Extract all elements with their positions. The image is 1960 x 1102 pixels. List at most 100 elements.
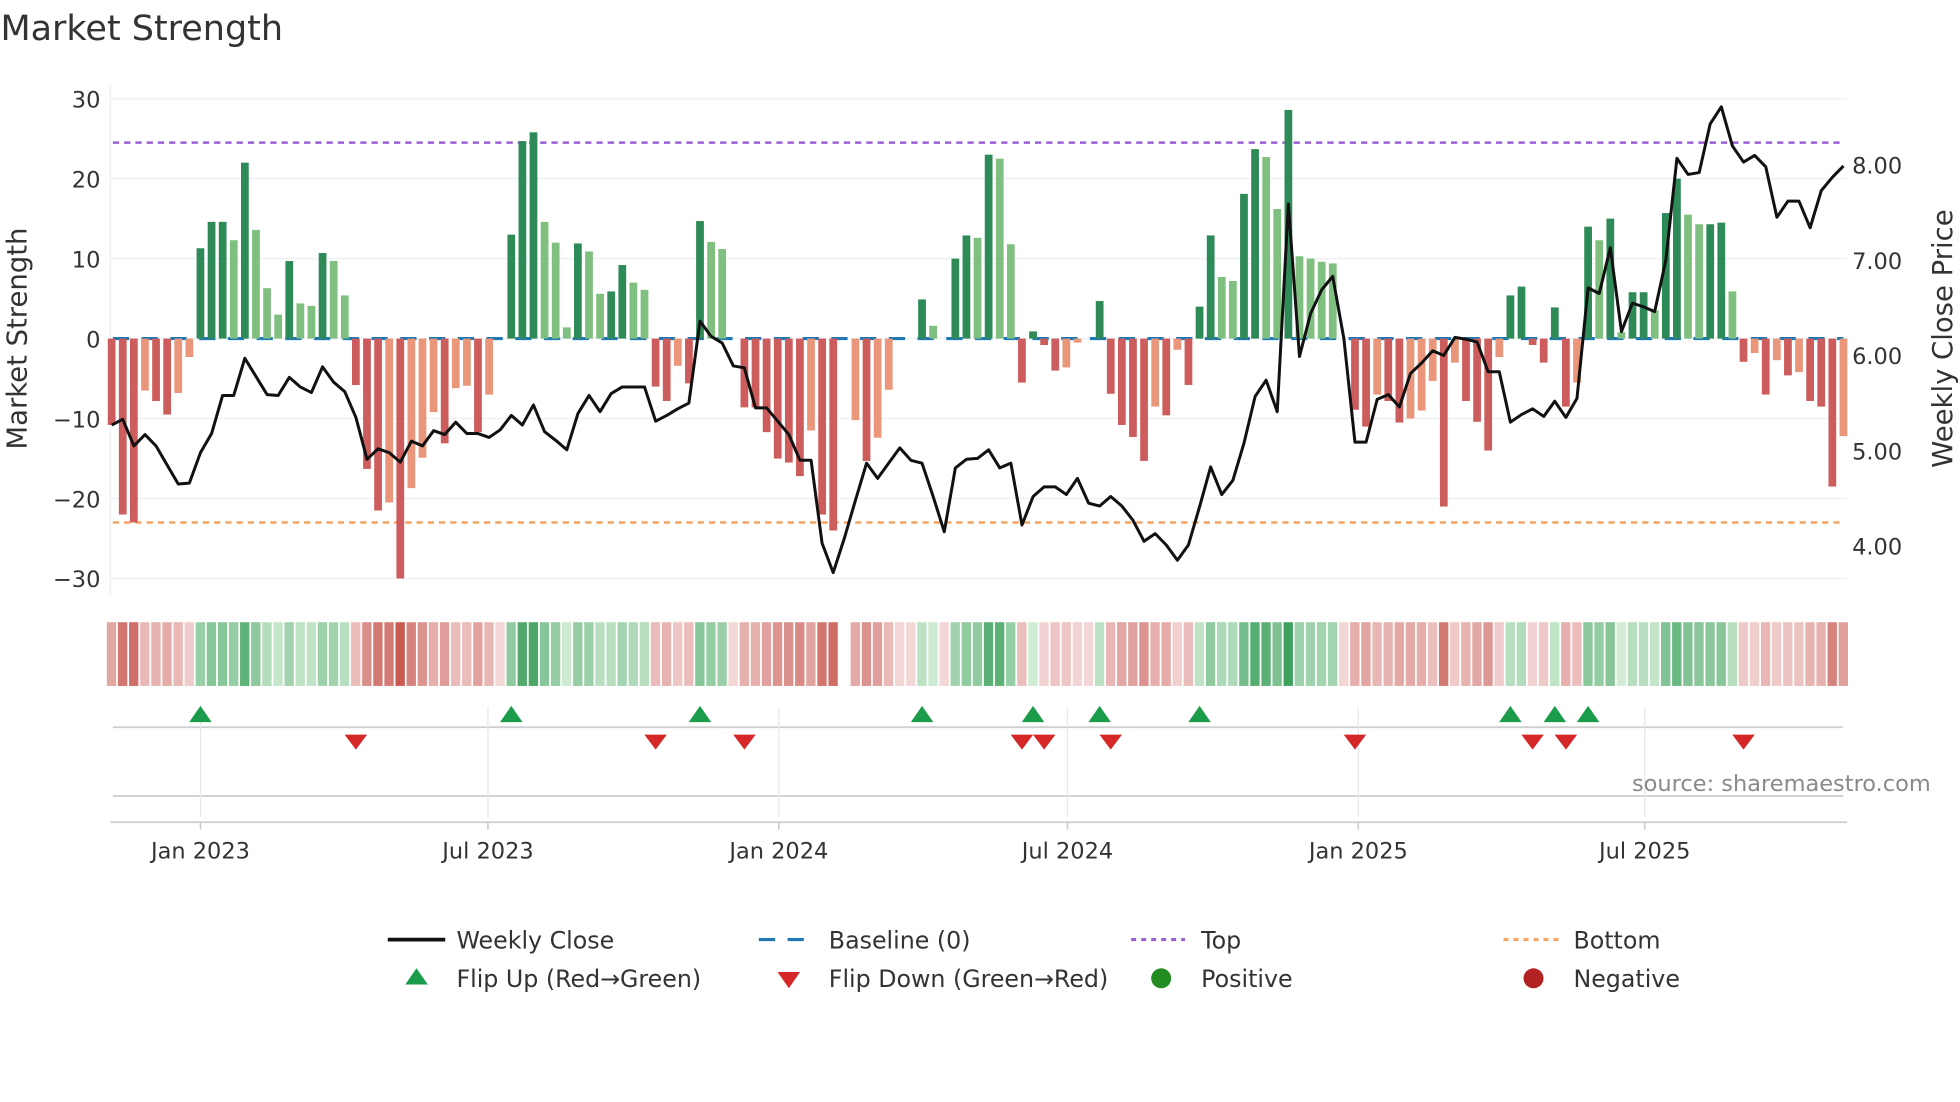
strength-bar <box>1029 331 1037 339</box>
strength-bar <box>973 237 982 339</box>
strip-cell <box>1694 622 1704 686</box>
strength-bar <box>1151 338 1160 407</box>
legend-positive: Positive <box>1201 965 1292 993</box>
strip-cell <box>850 622 860 686</box>
strip-cell <box>828 622 838 686</box>
strength-bar <box>1462 338 1470 401</box>
strip-cell <box>1239 622 1249 686</box>
flip-down-marker <box>1032 734 1056 750</box>
strip-cell <box>1494 622 1504 686</box>
strip-cell <box>561 622 572 686</box>
strip-cell <box>861 622 872 686</box>
strength-bar <box>1517 286 1526 339</box>
strip-cell <box>428 622 439 686</box>
strip-cell <box>706 622 716 686</box>
strength-bar <box>918 299 926 339</box>
strength-bar <box>1528 338 1537 345</box>
strip-cell <box>1527 622 1538 686</box>
strength-bar <box>1795 338 1803 373</box>
strength-bar <box>307 305 316 339</box>
strip-cell <box>1372 622 1382 686</box>
strength-bar <box>984 154 993 339</box>
strength-bar <box>1384 338 1393 401</box>
strength-bar <box>185 338 194 357</box>
strip-cell <box>506 622 516 686</box>
strength-bar <box>1650 310 1659 339</box>
strip-cell <box>162 622 172 686</box>
strength-bar <box>1129 338 1137 437</box>
strength-bar <box>862 338 871 461</box>
strip-cell <box>784 622 794 686</box>
strip-cell <box>684 622 694 686</box>
strip-cell <box>384 622 394 686</box>
strength-bar <box>629 282 638 339</box>
strip-cell <box>994 622 1005 686</box>
strip-cell <box>806 622 816 686</box>
strip-cell <box>328 622 339 686</box>
strength-bar <box>1495 338 1504 357</box>
strip-cell <box>262 622 272 686</box>
strength-bar <box>474 338 482 433</box>
strip-cell <box>1105 622 1116 686</box>
right-axis-ticks: 8.00 7.00 6.00 5.00 4.00 <box>1852 154 1902 561</box>
strip-cell <box>1772 622 1782 686</box>
strip-cell <box>961 622 971 686</box>
strip-cell <box>917 622 927 686</box>
strip-cell <box>1061 622 1071 686</box>
strength-bar <box>263 288 271 339</box>
strip-cell <box>1483 622 1493 686</box>
strip-cell <box>1816 622 1826 686</box>
strip-cell <box>173 622 183 686</box>
strip-cell <box>306 622 317 686</box>
strip-cell <box>817 622 827 686</box>
strength-bar <box>1828 338 1837 487</box>
strength-bar <box>207 221 216 339</box>
strip-cell <box>117 622 128 686</box>
strip-cell <box>273 622 283 686</box>
flip-down-marker <box>1732 734 1755 750</box>
y2-tick-label: 6.00 <box>1852 344 1902 370</box>
strip-cell <box>1172 622 1182 686</box>
strip-cell <box>1649 622 1660 686</box>
strip-cell <box>462 622 472 686</box>
strip-cell <box>728 622 738 686</box>
strip-cell <box>1738 622 1749 686</box>
strength-bar <box>152 338 160 401</box>
strength-bars <box>107 109 1848 579</box>
strength-bar <box>1206 235 1215 339</box>
y2-tick-label: 8.00 <box>1852 154 1902 180</box>
strip-cell <box>1094 622 1105 686</box>
strip-cell <box>906 622 916 686</box>
y-tick-label: −30 <box>53 567 100 593</box>
strip-cell <box>1605 622 1615 686</box>
strip-cell <box>673 622 683 686</box>
strip-cell <box>1083 622 1094 686</box>
strength-bar <box>1695 224 1703 339</box>
strip-cell <box>1827 622 1837 686</box>
x-tick-label: Jan 2024 <box>727 838 828 864</box>
strength-bar <box>1140 338 1148 461</box>
strength-bar <box>218 221 227 339</box>
strip-cell <box>584 622 594 686</box>
strength-bar <box>618 265 627 339</box>
strength-bar <box>1639 292 1648 339</box>
strip-cell <box>795 622 805 686</box>
strength-bar <box>962 235 971 339</box>
strength-bar <box>141 338 149 391</box>
strip-cell <box>1017 622 1027 686</box>
strength-bar <box>451 338 460 389</box>
strength-bar <box>1417 338 1426 411</box>
market-strength-chart: Market Strength 30 20 10 0 −10 −20 −30 8.00 7.0… <box>0 9 1959 993</box>
strength-bar <box>851 338 860 421</box>
strip-cell <box>129 622 139 686</box>
strip-cell <box>140 622 150 686</box>
strength-bar <box>1395 338 1404 423</box>
flip-up-marker <box>500 705 523 723</box>
strip-cell <box>1783 622 1793 686</box>
strength-bar <box>718 249 727 339</box>
strip-cell <box>550 622 561 686</box>
strip-cell <box>406 622 416 686</box>
strength-bar <box>340 295 349 339</box>
strip-cell <box>539 622 550 686</box>
strip-cell <box>1150 622 1160 686</box>
